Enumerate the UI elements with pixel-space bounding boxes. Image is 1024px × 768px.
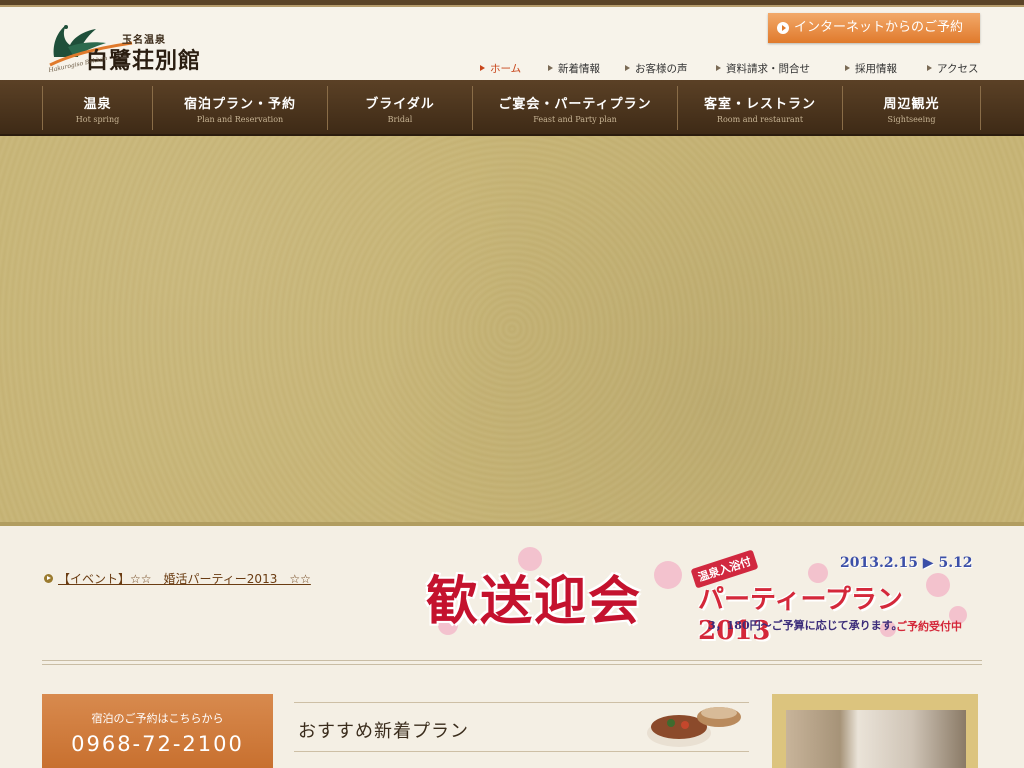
nav-label-en: Sightseeing [887, 115, 936, 124]
nav-hot-spring[interactable]: 温泉 Hot spring [42, 86, 152, 130]
nav-label-en: Bridal [387, 115, 413, 124]
main-navigation: 温泉 Hot spring 宿泊プラン・予約 Plan and Reservat… [0, 80, 1024, 136]
banner-plan-title: パーティープラン 2013 [698, 585, 903, 646]
nav-label-en: Feast and Party plan [533, 115, 617, 124]
site-logo[interactable]: 玉名温泉 白鷺荘別館 Hakurogiso Bekkan [44, 17, 224, 75]
nav-label-jp: 温泉 [83, 97, 112, 112]
welcome-party-banner[interactable]: 歓送迎会 温泉入浴付 2013.2.15 ▶ 5.12 パーティープラン 201… [418, 545, 978, 646]
banner-main-title: 歓送迎会 [426, 571, 643, 632]
nav-label-en: Room and restaurant [716, 115, 804, 124]
nav-label-jp: 宿泊プラン・予約 [183, 97, 296, 112]
room-photo [786, 710, 966, 768]
nav-label-jp: 客室・レストラン [703, 97, 816, 112]
food-dish-icon [647, 707, 741, 747]
play-circle-icon [777, 22, 789, 34]
topnav-access[interactable]: アクセス [925, 61, 978, 76]
nav-label-jp: ブライダル [365, 97, 435, 112]
booking-phone-box[interactable]: 宿泊のご予約はこちらから 0968-72-2100 [42, 694, 273, 768]
nav-label-en: Plan and Reservation [196, 115, 284, 124]
section-divider [42, 660, 982, 665]
plans-heading-text: おすすめ新着プラン [298, 721, 469, 742]
topnav-inquiry[interactable]: 資料請求・問合せ [714, 61, 810, 76]
nav-sightseeing[interactable]: 周辺観光 Sightseeing [842, 86, 981, 130]
topnav-voices[interactable]: お客様の声 [623, 61, 688, 76]
room-photo-frame[interactable] [772, 694, 978, 768]
booking-phone-number: 0968-72-2100 [71, 732, 244, 756]
reservation-button-label: インターネットからのご予約 [794, 20, 964, 35]
internet-reservation-button[interactable]: インターネットからのご予約 [768, 13, 980, 43]
nav-label-jp: ご宴会・パーティプラン [498, 97, 652, 112]
nav-bridal[interactable]: ブライダル Bridal [327, 86, 472, 130]
topnav-home[interactable]: ホーム [478, 61, 521, 76]
banner-price: 3，180円～ご予算に応じて承ります。 [708, 619, 903, 632]
banner-accepting: ご予約受付中 [896, 620, 962, 633]
topnav-recruit[interactable]: 採用情報 [843, 61, 897, 76]
site-header: 玉名温泉 白鷺荘別館 Hakurogiso Bekkan インターネットからのご… [0, 0, 1024, 80]
nav-plan-reservation[interactable]: 宿泊プラン・予約 Plan and Reservation [152, 86, 327, 130]
hero-image-area [0, 136, 1024, 526]
booking-label: 宿泊のご予約はこちらから [91, 712, 224, 725]
nav-room-restaurant[interactable]: 客室・レストラン Room and restaurant [677, 86, 842, 130]
news-event-link[interactable]: 【イベント】☆☆ 婚活パーティー2013 ☆☆ [44, 570, 311, 587]
recommended-plans-heading: おすすめ新着プラン [294, 702, 749, 752]
nav-feast-party[interactable]: ご宴会・パーティプラン Feast and Party plan [472, 86, 677, 130]
nav-label-jp: 周辺観光 [883, 97, 940, 112]
topnav-news[interactable]: 新着情報 [546, 61, 600, 76]
nav-label-en: Hot spring [75, 115, 120, 124]
banner-dates: 2013.2.15 ▶ 5.12 [840, 555, 973, 571]
